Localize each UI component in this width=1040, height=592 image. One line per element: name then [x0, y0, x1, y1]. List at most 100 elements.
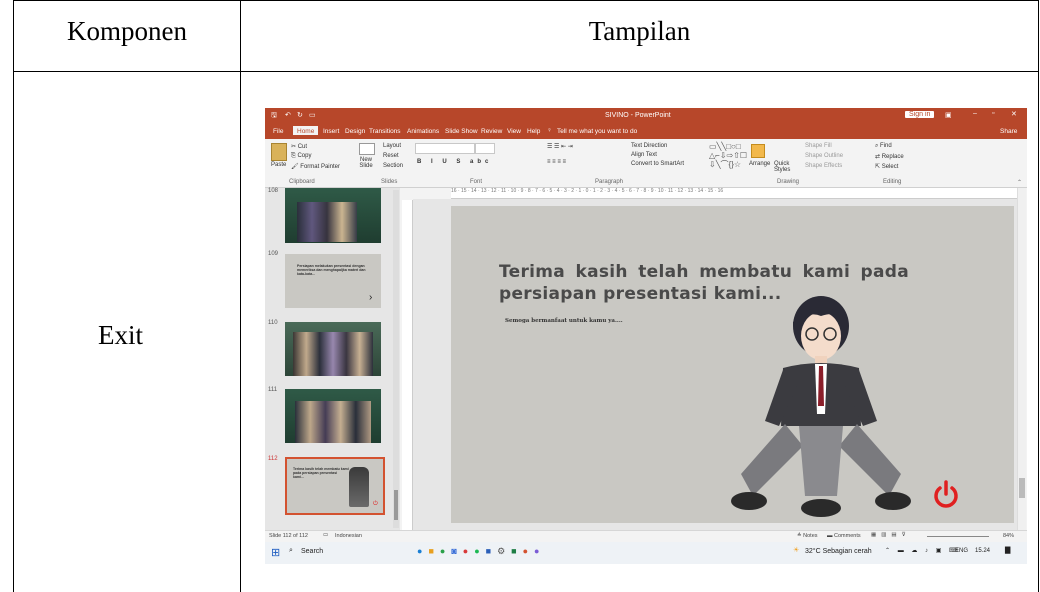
collapse-ribbon-icon[interactable]: ⌃ — [1017, 179, 1022, 186]
slide-thumbnail[interactable] — [285, 188, 381, 243]
format-painter-button[interactable]: 🖌 Format Painter — [291, 163, 340, 170]
align-icon[interactable]: ≡ ≡ ≡ ≡ — [547, 159, 566, 165]
ribbon-tabs: File Home Insert Design Transitions Anim… — [265, 125, 1027, 139]
editor-scrollbar[interactable] — [1017, 188, 1026, 530]
font-format-buttons[interactable]: B I U S abc — [417, 159, 492, 165]
clock[interactable]: 15.24 — [975, 548, 990, 554]
notes-button[interactable]: ≙ Notes — [797, 533, 818, 539]
chat-icon[interactable]: ● — [534, 546, 545, 556]
slide-thumbnail-selected[interactable]: Terima kasih telah membatu kami pada per… — [285, 457, 385, 515]
excel-icon[interactable]: ■ — [511, 546, 522, 556]
current-slide[interactable]: Terima kasih telah membatu kami pada per… — [451, 206, 1014, 523]
find-button[interactable]: ⌕ Find — [875, 143, 892, 150]
arrange-button[interactable]: Arrange — [749, 161, 770, 167]
tab-review[interactable]: Review — [481, 128, 502, 135]
text-direction-button[interactable]: Text Direction — [631, 143, 667, 149]
present-icon[interactable]: ▭ — [309, 111, 316, 119]
spotify-icon[interactable]: ● — [474, 546, 485, 556]
close-icon[interactable]: ✕ — [1011, 110, 1017, 118]
share-button[interactable]: Share — [1000, 128, 1017, 135]
slide-thumbnail[interactable] — [285, 322, 381, 376]
powerpoint-icon[interactable]: ● — [523, 546, 534, 556]
tab-view[interactable]: View — [507, 128, 521, 135]
font-name-box[interactable] — [415, 143, 475, 154]
word-icon[interactable]: ■ — [486, 546, 497, 556]
tab-transitions[interactable]: Transitions — [369, 128, 401, 135]
tab-home[interactable]: Home — [293, 126, 319, 135]
redo-icon[interactable]: ↻ — [297, 111, 303, 119]
cut-button[interactable]: ✂ Cut — [291, 143, 307, 150]
maximize-icon[interactable]: ▫ — [992, 110, 994, 117]
align-text-button[interactable]: Align Text — [631, 152, 657, 158]
weather-text[interactable]: 32°C Sebagian cerah — [805, 548, 872, 555]
tab-design[interactable]: Design — [345, 128, 365, 135]
ribbon-display-icon[interactable]: ▣ — [945, 111, 952, 119]
font-size-box[interactable] — [475, 143, 495, 154]
reset-button[interactable]: Reset — [383, 153, 399, 159]
files-icon[interactable]: ■ — [428, 546, 439, 556]
tab-insert[interactable]: Insert — [323, 128, 339, 135]
group-label-slides: Slides — [381, 179, 398, 185]
table-border-right — [1038, 0, 1039, 592]
zoom-level[interactable]: 84% — [1003, 533, 1014, 539]
shape-outline-button[interactable]: Shape Outline — [805, 153, 843, 159]
spellcheck-icon[interactable]: ▭ — [323, 532, 328, 538]
system-tray-icons[interactable]: ⌃ ▬ ☁ ♪ ▣ ⌨ — [885, 547, 961, 554]
editor-scrollbar-thumb[interactable] — [1019, 478, 1025, 498]
thumbnail-scrollbar[interactable] — [393, 190, 399, 528]
sign-in-button[interactable]: Sign in — [905, 111, 935, 118]
power-button-icon[interactable] — [933, 480, 959, 508]
new-slide-button[interactable]: New Slide — [353, 157, 379, 169]
bullets-icon[interactable]: ☰ ☰ ⇤ ⇥ — [547, 143, 573, 150]
search-icon[interactable]: ⌕ — [289, 547, 293, 555]
zoom-slider[interactable] — [927, 536, 989, 537]
mail-icon[interactable]: ● — [463, 546, 474, 556]
character-center-shoe — [801, 499, 841, 517]
shape-effects-button[interactable]: Shape Effects — [805, 163, 842, 169]
quick-styles-button[interactable]: Quick Styles — [774, 161, 794, 173]
paste-icon[interactable] — [271, 143, 287, 161]
title-bar: 🖫 ↶ ↻ ▭ SIVINO - PowerPoint Sign in ▣ – … — [265, 108, 1027, 125]
slide-thumbnail[interactable]: Persiapan melakukan presentasi dengan me… — [285, 254, 381, 308]
comments-button[interactable]: ▬ Comments — [827, 533, 861, 539]
copy-button[interactable]: ⎘ Copy — [291, 153, 311, 160]
tab-animations[interactable]: Animations — [407, 128, 439, 135]
chrome-icon[interactable]: ● — [440, 546, 451, 556]
cut-label: Cut — [297, 144, 308, 150]
shape-fill-button[interactable]: Shape Fill — [805, 143, 832, 149]
slide-subtext[interactable]: Semoga bermanfaat untuk kamu ya.... — [505, 318, 623, 324]
tab-help[interactable]: Help — [527, 128, 540, 135]
settings-icon[interactable]: ⚙ — [497, 546, 511, 556]
smartart-button[interactable]: Convert to SmartArt — [631, 161, 684, 167]
windows-start-icon[interactable]: ⊞ — [271, 546, 280, 559]
group-label-paragraph: Paragraph — [595, 179, 624, 185]
group-label-font: Font — [470, 179, 483, 185]
language-label[interactable]: Indonesian — [335, 533, 362, 539]
undo-icon[interactable]: ↶ — [285, 111, 291, 119]
save-icon[interactable]: 🖫 — [271, 111, 277, 122]
tab-slide-show[interactable]: Slide Show — [445, 128, 478, 135]
taskbar-app-icons[interactable]: ●■●◙●●■⚙■●● — [417, 546, 545, 557]
paste-button[interactable]: Paste — [271, 162, 286, 168]
view-buttons[interactable]: ▦▥▤⊽ — [871, 532, 911, 538]
section-button[interactable]: Section — [383, 163, 403, 169]
input-language[interactable]: ENG — [955, 548, 968, 554]
taskbar-search[interactable]: Search — [301, 548, 323, 555]
tab-file[interactable]: File — [273, 128, 283, 135]
new-slide-icon[interactable] — [359, 143, 375, 155]
notification-icon[interactable]: ▇ — [1005, 546, 1010, 554]
edge-icon[interactable]: ● — [417, 546, 428, 556]
store-icon[interactable]: ◙ — [451, 546, 462, 556]
select-button[interactable]: ⇱ Select — [875, 163, 898, 170]
replace-button[interactable]: ⇄ Replace — [875, 153, 904, 160]
layout-button[interactable]: Layout — [383, 143, 401, 149]
thumb-characters — [293, 332, 373, 376]
scrollbar-thumb[interactable] — [394, 490, 398, 520]
slide-thumbnail[interactable] — [285, 389, 381, 443]
shapes-gallery[interactable]: ▭╲╲□○□ △⌐⇩⇨⇧☐ ⇩╲⌒{}☆ — [709, 142, 747, 169]
arrange-icon[interactable] — [751, 144, 765, 158]
thumb-characters — [297, 202, 357, 242]
tell-me-search[interactable]: Tell me what you want to do — [557, 128, 637, 135]
minimize-icon[interactable]: – — [973, 110, 977, 117]
character-center-legs — [799, 426, 843, 496]
